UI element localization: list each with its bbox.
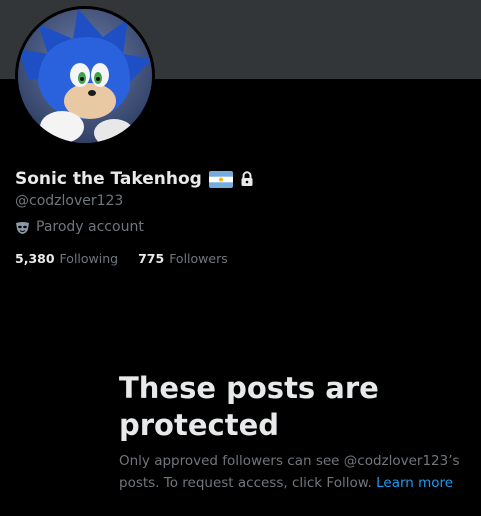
protected-posts-title: These posts are protected	[119, 371, 379, 442]
display-name: Sonic the Takenhog	[15, 169, 202, 189]
mask-icon	[15, 220, 30, 234]
profile-avatar[interactable]	[15, 6, 155, 146]
parody-account-text: Parody account	[36, 219, 144, 235]
parody-label: Parody account	[15, 218, 144, 236]
following-count: 5,380	[15, 251, 55, 266]
sonic-avatar-image	[18, 9, 152, 143]
display-name-row: Sonic the Takenhog	[15, 166, 254, 192]
argentina-flag-icon	[208, 170, 233, 188]
following-link[interactable]: 5,380 Following	[15, 251, 118, 266]
followers-count: 775	[138, 251, 165, 266]
follow-stats: 5,380 Following 775 Followers	[15, 251, 248, 266]
lock-icon[interactable]	[240, 171, 254, 187]
followers-label: Followers	[169, 251, 228, 266]
profile-handle: @codzlover123	[15, 193, 124, 209]
protected-posts-description: Only approved followers can see @codzlov…	[119, 450, 474, 494]
following-label: Following	[59, 251, 119, 266]
learn-more-link[interactable]: Learn more	[376, 475, 453, 491]
followers-link[interactable]: 775 Followers	[138, 251, 228, 266]
